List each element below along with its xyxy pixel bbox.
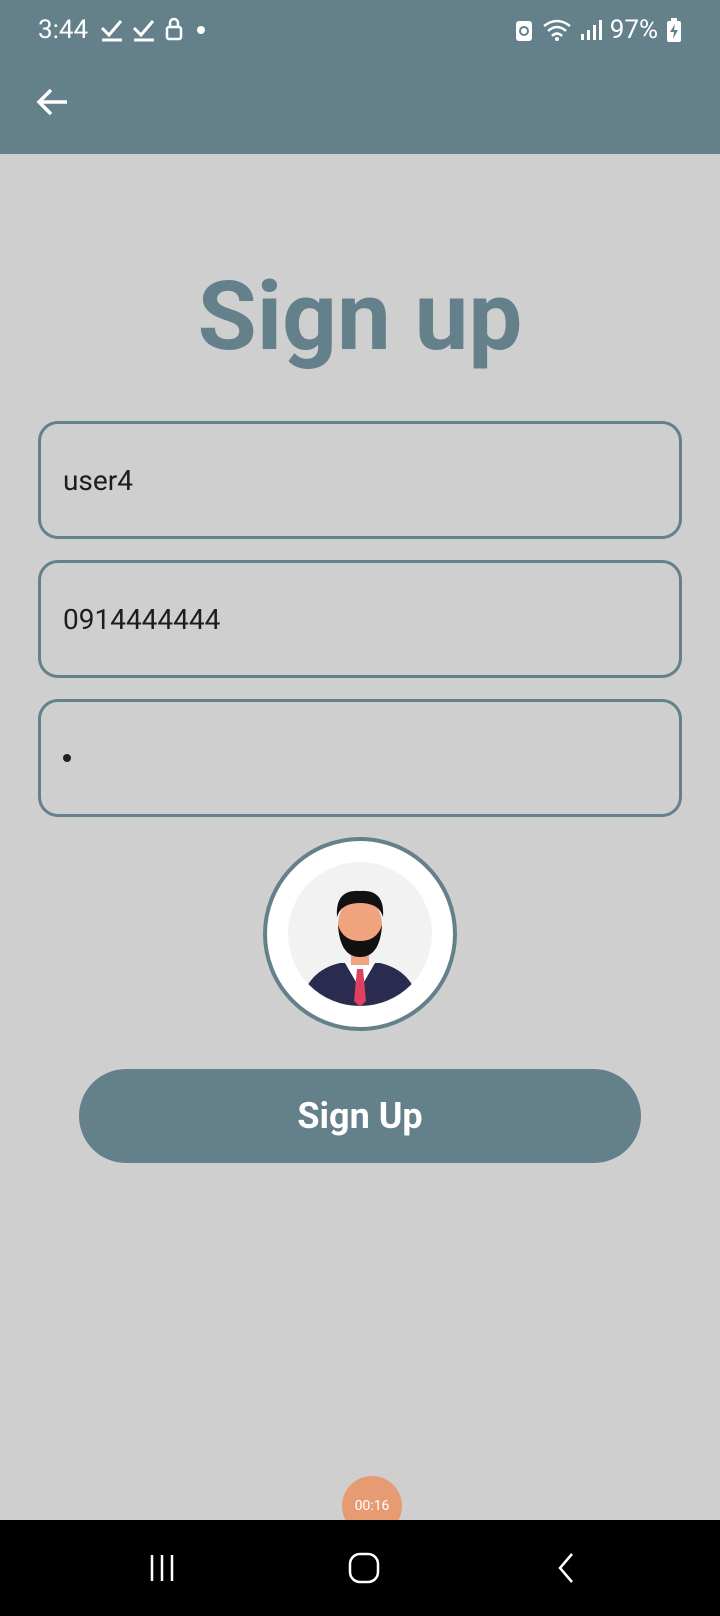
recents-button[interactable] <box>130 1536 194 1600</box>
battery-percent: 97% <box>609 15 658 45</box>
recycle-icon <box>515 21 532 41</box>
navigation-bar <box>0 1520 720 1616</box>
signal-icon <box>580 20 602 40</box>
avatar-image <box>288 862 432 1006</box>
status-time: 3:44 <box>38 15 89 45</box>
check-icon <box>100 20 123 42</box>
wifi-icon <box>542 19 571 41</box>
back-button[interactable] <box>30 80 74 124</box>
lock-icon <box>165 17 183 41</box>
home-button[interactable] <box>332 1536 396 1600</box>
status-bar: 3:44 97% <box>0 0 720 60</box>
phone-field[interactable] <box>38 560 682 678</box>
sign-up-button[interactable]: Sign Up <box>79 1069 641 1163</box>
password-mask <box>63 754 71 762</box>
page-title: Sign up <box>197 261 523 373</box>
password-field[interactable] <box>38 699 682 817</box>
dot-icon <box>197 26 205 34</box>
status-right: 97% <box>514 14 682 46</box>
battery-charging-icon <box>667 18 681 42</box>
username-field[interactable] <box>38 421 682 539</box>
avatar-picker[interactable] <box>263 837 457 1031</box>
top-app-bar: 3:44 97% <box>0 0 720 154</box>
status-left-icons <box>100 16 210 42</box>
check-icon <box>132 20 155 42</box>
arrow-left-icon <box>36 88 67 116</box>
phone-input[interactable] <box>63 602 679 636</box>
back-icon <box>558 1553 573 1583</box>
recents-icon <box>150 1555 174 1581</box>
home-icon <box>348 1552 380 1584</box>
nav-back-button[interactable] <box>534 1536 598 1600</box>
username-input[interactable] <box>63 463 679 497</box>
